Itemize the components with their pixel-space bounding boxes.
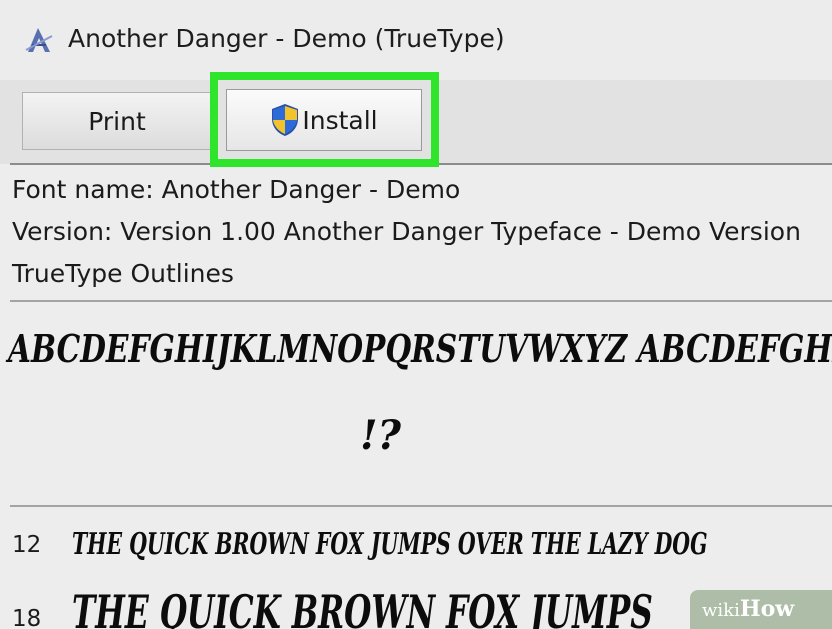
version-text: Version: Version 1.00 Another Danger Typ…	[12, 217, 801, 246]
watermark-suffix: How	[739, 596, 795, 622]
punctuation-preview: !?	[360, 412, 401, 459]
wikihow-watermark: wikiHow	[690, 590, 832, 629]
sample-size-label: 18	[12, 606, 42, 629]
sample-size-label: 12	[12, 532, 42, 558]
install-button-label: Install	[302, 105, 378, 135]
uac-shield-icon	[272, 104, 299, 136]
sample-line: THE QUICK BROWN FOX JUMPS	[72, 585, 653, 629]
print-button-label: Print	[88, 106, 146, 136]
outlines-text: TrueType Outlines	[12, 259, 234, 288]
install-button[interactable]: Install	[226, 89, 422, 151]
watermark-prefix: wiki	[702, 600, 740, 621]
sample-line: THE QUICK BROWN FOX JUMPS OVER THE LAZY …	[72, 527, 708, 562]
preview-divider	[10, 505, 832, 507]
alphabet-preview: ABCDEFGHIJKLMNOPQRSTUVWXYZ ABCDEFGHIJ	[8, 326, 832, 371]
print-button[interactable]: Print	[22, 92, 212, 150]
window-title: Another Danger - Demo (TrueType)	[68, 24, 505, 53]
info-divider	[10, 300, 832, 302]
title-bar: Another Danger - Demo (TrueType)	[0, 0, 832, 80]
font-name-text: Font name: Another Danger - Demo	[12, 175, 461, 204]
font-file-icon	[25, 28, 53, 52]
font-viewer-window: Another Danger - Demo (TrueType) Print I…	[0, 0, 832, 629]
